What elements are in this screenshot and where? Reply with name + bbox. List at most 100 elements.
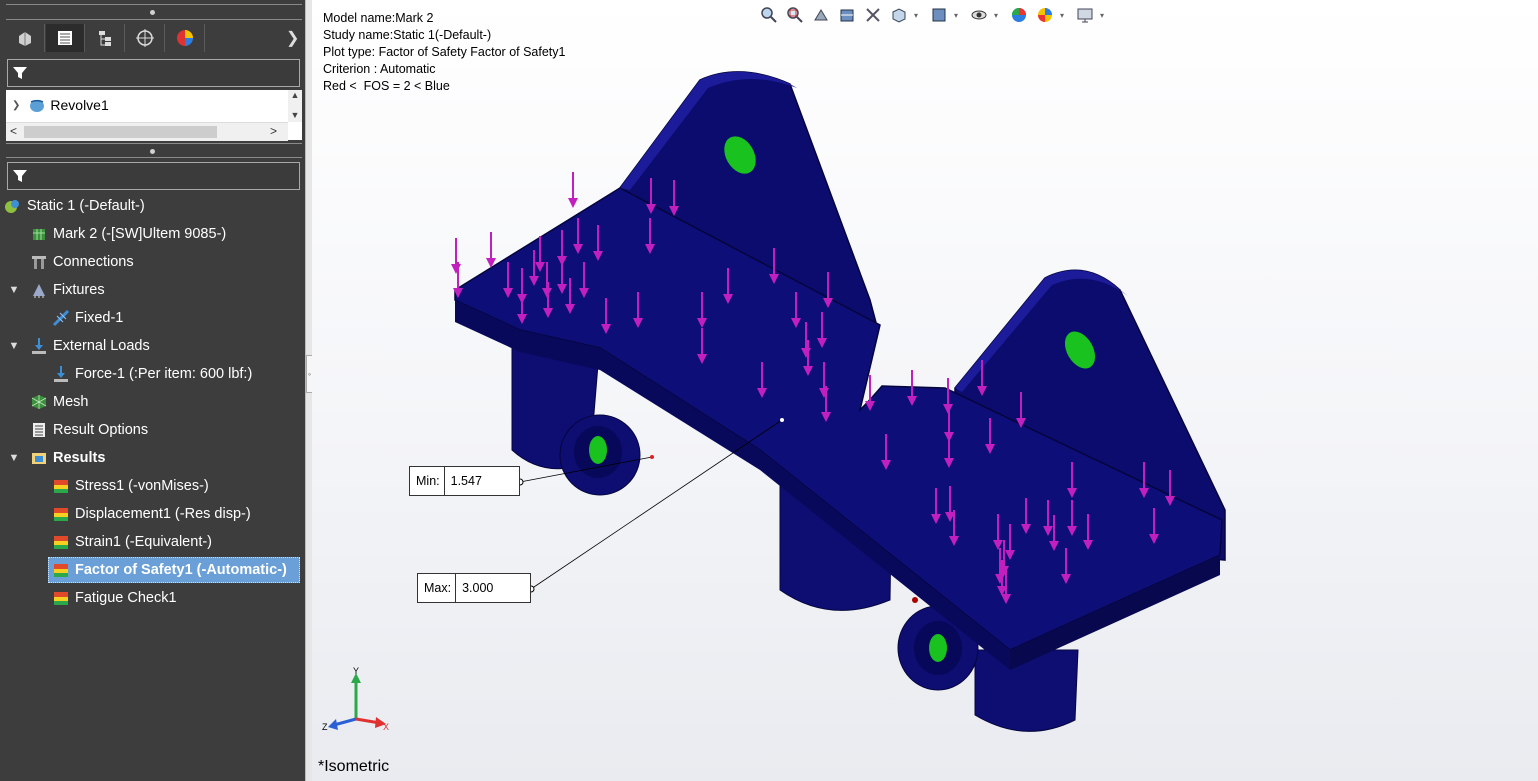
force-icon — [54, 366, 68, 382]
load-arrow-head — [451, 264, 461, 274]
fos-plot-model[interactable] — [312, 0, 1538, 781]
model-name: Model name:Mark 2 — [323, 11, 434, 25]
view-settings-button[interactable] — [1074, 4, 1096, 26]
manager-tab-bar: ❯ — [6, 22, 304, 54]
tree-item-mesh[interactable]: Mesh — [30, 389, 88, 415]
triad-x-label: X — [383, 722, 389, 732]
tree-item-strain[interactable]: Strain1 (-Equivalent-) — [52, 529, 212, 555]
revolve-icon — [30, 99, 45, 112]
tree-item-connections[interactable]: Connections — [30, 249, 134, 275]
study-name: Study name:Static 1(-Default-) — [323, 28, 492, 42]
tab-display-manager[interactable] — [166, 24, 205, 52]
max-label: Max: — [418, 574, 457, 602]
divider — [6, 143, 302, 144]
dropdown-arrow-icon[interactable]: ▾ — [994, 11, 1002, 20]
study-filter-field[interactable] — [7, 162, 300, 190]
divider — [6, 19, 302, 20]
tree-item-part[interactable]: Mark 2 (-[SW]Ultem 9085-) — [30, 221, 226, 247]
tree-item-label: Revolve1 — [50, 97, 109, 113]
monitor-icon — [1077, 8, 1093, 23]
external-loads-icon — [32, 338, 46, 354]
max-callout[interactable]: Max: 3.000 — [417, 573, 531, 603]
heads-up-toolbar: ▾ ▾ ▾ ▾ ▾ — [758, 4, 1114, 26]
tree-item-label: Strain1 (-Equivalent-) — [75, 534, 212, 550]
previous-view-button[interactable] — [810, 4, 832, 26]
plot-icon — [54, 536, 68, 549]
connections-icon — [32, 256, 46, 269]
tree-item-label: Force-1 (:Per item: 600 lbf:) — [75, 366, 253, 382]
scene-icon — [1038, 8, 1052, 22]
zoom-fit-icon — [761, 7, 777, 23]
tree-item-revolve[interactable]: ❯ Revolve1 — [6, 94, 109, 116]
annotation-icon — [866, 8, 880, 22]
scrollbar-thumb[interactable] — [24, 126, 217, 138]
tree-item-study[interactable]: Static 1 (-Default-) — [4, 193, 145, 219]
tree-item-label: Static 1 (-Default-) — [27, 198, 145, 214]
tree-item-result-options[interactable]: Result Options — [30, 417, 148, 443]
section-view-icon — [840, 9, 854, 22]
mesh-icon — [31, 395, 47, 409]
tree-item-label: Mesh — [53, 394, 89, 410]
graphics-area[interactable]: Model name:Mark 2 Study name:Static 1(-D… — [312, 0, 1538, 781]
dropdown-arrow-icon[interactable]: ▾ — [954, 11, 962, 20]
display-manager-icon — [177, 30, 193, 46]
triad-z-label: Z — [322, 722, 328, 732]
collapse-arrow-icon[interactable]: ▼ — [8, 340, 20, 352]
tree-item-stress[interactable]: Stress1 (-vonMises-) — [52, 473, 209, 499]
tree-item-results[interactable]: Results — [30, 445, 105, 471]
horizontal-scrollbar[interactable]: < > — [6, 122, 288, 141]
zoom-to-area-button[interactable] — [784, 4, 806, 26]
plot-type: Plot type: Factor of Safety Factor of Sa… — [323, 45, 566, 59]
display-style-button[interactable] — [928, 4, 950, 26]
tree-item-fixtures[interactable]: Fixtures — [30, 277, 105, 303]
min-label: Min: — [410, 467, 445, 495]
collapse-arrow-icon[interactable]: ▼ — [8, 452, 20, 464]
dropdown-arrow-icon[interactable]: ▾ — [1060, 11, 1068, 20]
tab-property-manager[interactable] — [46, 24, 85, 52]
min-callout[interactable]: Min: 1.547 — [409, 466, 520, 496]
scroll-right-icon[interactable]: > — [270, 124, 277, 138]
tree-item-fatigue-check[interactable]: Fatigue Check1 — [52, 585, 177, 611]
criterion: Criterion : Automatic — [323, 62, 436, 76]
dropdown-arrow-icon[interactable]: ▾ — [914, 11, 922, 20]
panel-grip[interactable] — [150, 149, 155, 154]
expand-chevron-icon[interactable]: ❯ — [286, 28, 299, 48]
vertical-scrollbar[interactable]: ▲ ▼ — [288, 90, 302, 122]
apply-scene-button[interactable] — [1034, 4, 1056, 26]
view-orientation-button[interactable] — [888, 4, 910, 26]
tree-item-label: Fixed-1 — [75, 310, 124, 326]
study-icon — [5, 200, 19, 213]
dimxpert-icon — [136, 29, 154, 47]
part-filter-field[interactable] — [7, 59, 300, 87]
dynamic-annotation-button[interactable] — [862, 4, 884, 26]
panel-grip[interactable] — [150, 10, 155, 15]
fixtures-icon — [33, 284, 45, 298]
scroll-left-icon[interactable]: < — [10, 124, 17, 138]
tree-item-external-loads[interactable]: External Loads — [30, 333, 150, 359]
tree-item-force[interactable]: Force-1 (:Per item: 600 lbf:) — [52, 361, 252, 387]
previous-view-icon — [814, 9, 828, 21]
plot-icon — [54, 564, 68, 577]
tree-item-label: Displacement1 (-Res disp-) — [75, 506, 251, 522]
tab-configuration-manager[interactable] — [86, 24, 125, 52]
tab-feature-manager[interactable] — [6, 24, 45, 52]
hide-show-items-button[interactable] — [968, 4, 990, 26]
tree-item-label: Factor of Safety1 (-Automatic-) — [75, 562, 287, 578]
feature-manager-icon — [19, 32, 31, 46]
tab-dimxpert-manager[interactable] — [126, 24, 165, 52]
section-view-button[interactable] — [836, 4, 858, 26]
collapse-arrow-icon[interactable]: ▼ — [8, 284, 20, 296]
zoom-to-fit-button[interactable] — [758, 4, 780, 26]
results-folder-icon — [32, 453, 46, 464]
tree-item-displacement[interactable]: Displacement1 (-Res disp-) — [52, 501, 251, 527]
expand-arrow-icon[interactable]: ❯ — [12, 100, 20, 111]
tree-item-label: Stress1 (-vonMises-) — [75, 478, 209, 494]
result-options-icon — [33, 423, 45, 437]
dropdown-arrow-icon[interactable]: ▾ — [1100, 11, 1108, 20]
divider — [6, 157, 302, 158]
filter-icon — [13, 67, 27, 79]
triad-y-label: Y — [353, 666, 359, 676]
tree-item-factor-of-safety[interactable]: Factor of Safety1 (-Automatic-) — [52, 557, 287, 583]
edit-appearance-button[interactable] — [1008, 4, 1030, 26]
tree-item-fixed[interactable]: Fixed-1 — [52, 305, 123, 331]
